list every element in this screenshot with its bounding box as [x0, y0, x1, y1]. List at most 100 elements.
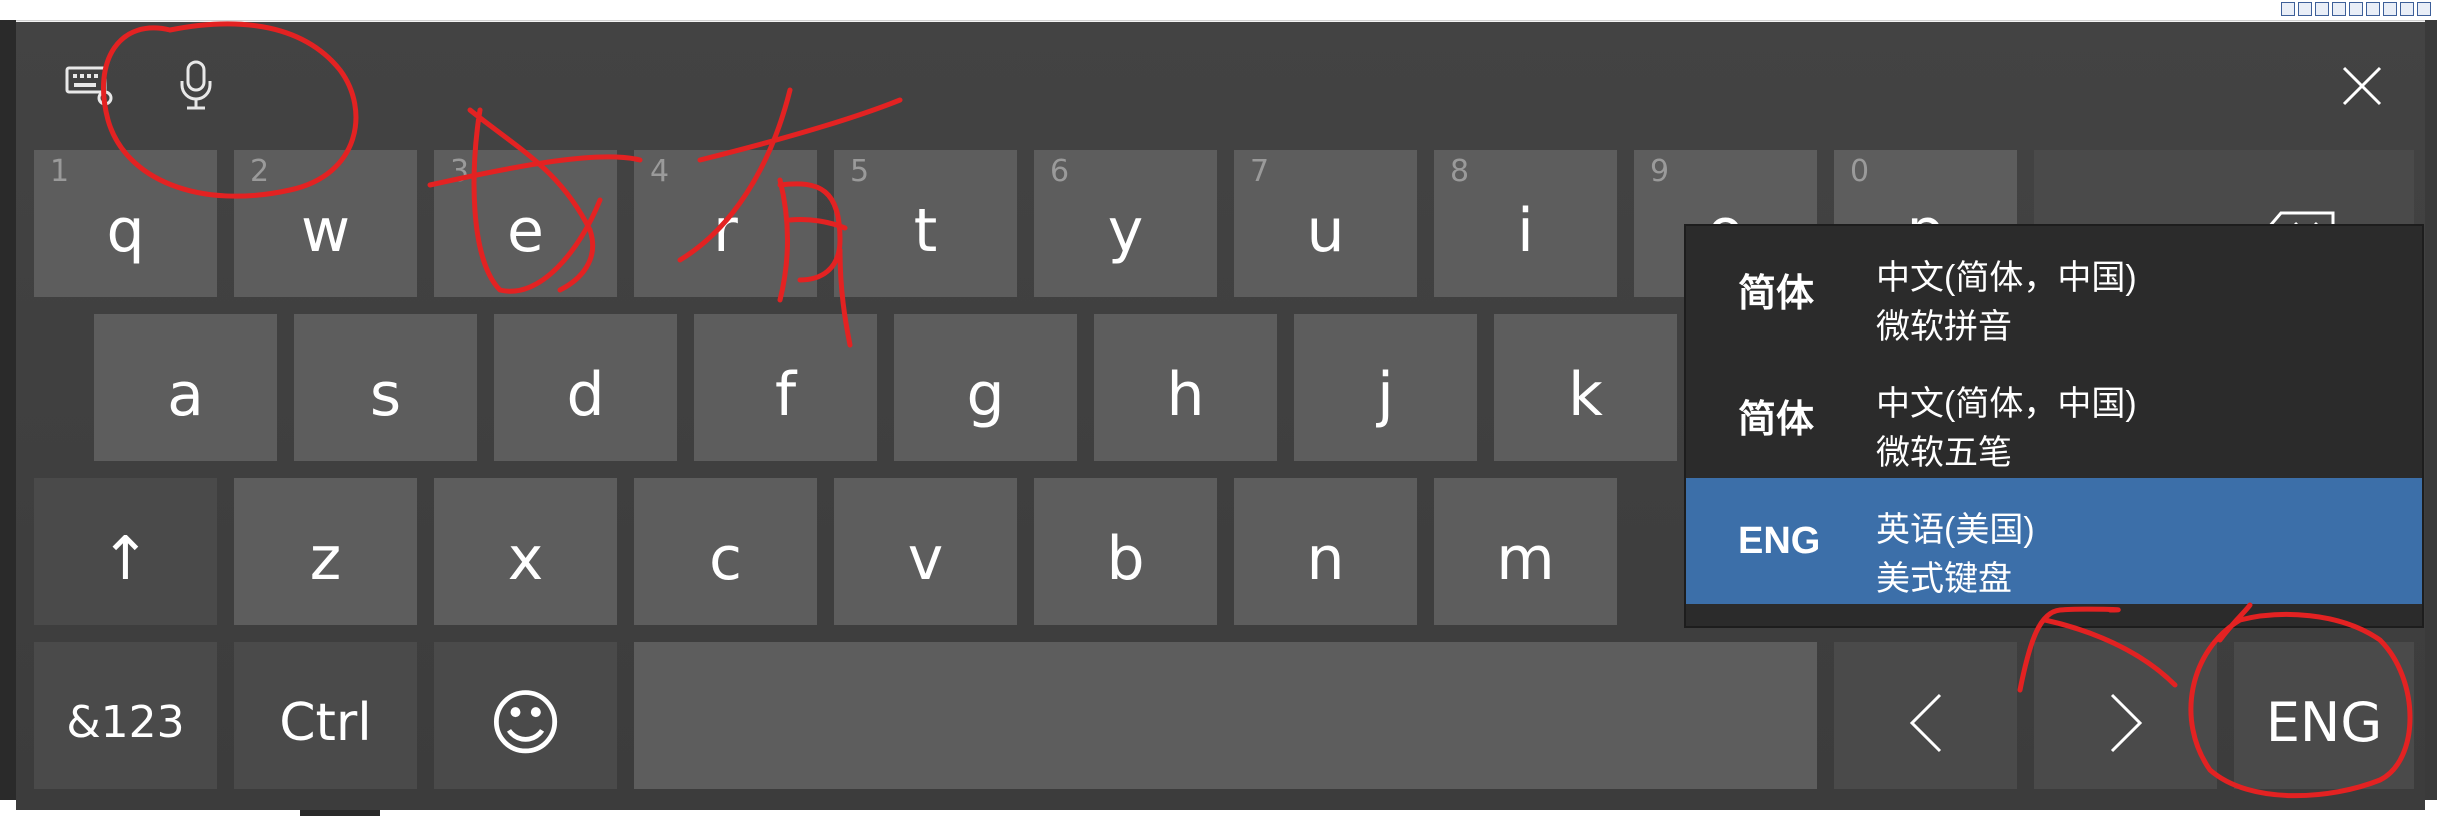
key-z[interactable]: z: [234, 478, 417, 625]
key-number-hint: 5: [850, 154, 870, 189]
key-y[interactable]: 6y: [1034, 150, 1217, 297]
key-label: k: [1568, 359, 1603, 430]
key-number-hint: 3: [450, 154, 470, 189]
keyboard-layout-name: 美式键盘: [1876, 560, 2012, 598]
ctrl-key[interactable]: Ctrl: [234, 642, 417, 789]
tray-icon[interactable]: [2349, 2, 2363, 16]
background-window-edge: [0, 20, 16, 816]
touch-keyboard: 1q 2w 3e 4r 5t 6y 7u 8i 9o 0p a s d f g …: [16, 22, 2425, 810]
key-number-hint: 0: [1850, 154, 1870, 189]
language-option-pinyin[interactable]: 简体 中文(简体，中国) 微软拼音: [1686, 226, 2422, 352]
key-label: h: [1166, 359, 1205, 430]
key-label: y: [1107, 195, 1144, 266]
key-w[interactable]: 2w: [234, 150, 417, 297]
tray-icon[interactable]: [2332, 2, 2346, 16]
tray-icon[interactable]: [2400, 2, 2414, 16]
key-v[interactable]: v: [834, 478, 1017, 625]
key-label: u: [1306, 195, 1345, 266]
tray-icon[interactable]: [2281, 2, 2295, 16]
key-label: g: [966, 359, 1005, 430]
key-g[interactable]: g: [894, 314, 1077, 461]
language-menu: 简体 中文(简体，中国) 微软拼音 简体 中文(简体，中国) 微软五笔 ENG …: [1686, 226, 2422, 626]
key-label: d: [566, 359, 605, 430]
key-label: &123: [66, 697, 185, 748]
chevron-left-icon: [1909, 693, 1941, 752]
key-i[interactable]: 8i: [1434, 150, 1617, 297]
key-a[interactable]: a: [94, 314, 277, 461]
key-label: ENG: [2265, 691, 2383, 754]
key-label: m: [1496, 523, 1555, 594]
key-label: c: [709, 523, 742, 594]
key-m[interactable]: m: [1434, 478, 1617, 625]
symbols-key[interactable]: &123: [34, 642, 217, 789]
key-label: a: [167, 359, 204, 430]
key-label: x: [507, 523, 544, 594]
key-label: e: [507, 195, 544, 266]
key-label: v: [907, 523, 944, 594]
language-code: ENG: [1738, 519, 1821, 562]
key-number-hint: 8: [1450, 154, 1470, 189]
key-label: Ctrl: [279, 692, 372, 753]
key-u[interactable]: 7u: [1234, 150, 1417, 297]
key-j[interactable]: j: [1294, 314, 1477, 461]
keyboard-layout-name: 微软五笔: [1876, 434, 2012, 472]
key-label: s: [369, 359, 402, 430]
key-label: n: [1306, 523, 1345, 594]
emoji-key[interactable]: ☺: [434, 642, 617, 789]
key-label: q: [106, 195, 145, 266]
key-e[interactable]: 3e: [434, 150, 617, 297]
tray-icon[interactable]: [2298, 2, 2312, 16]
tray-icon[interactable]: [2417, 2, 2431, 16]
key-h[interactable]: h: [1094, 314, 1277, 461]
key-label: i: [1517, 195, 1534, 266]
key-b[interactable]: b: [1034, 478, 1217, 625]
background-window-edge: [2425, 20, 2437, 816]
cursor-left-key[interactable]: [1834, 642, 2017, 789]
key-q[interactable]: 1q: [34, 150, 217, 297]
shift-key[interactable]: ↑: [34, 478, 217, 625]
microphone-icon[interactable]: [166, 58, 226, 112]
emoji-icon: ☺: [487, 680, 564, 765]
key-number-hint: 6: [1050, 154, 1070, 189]
system-tray-icons: [2281, 2, 2431, 20]
key-number-hint: 9: [1650, 154, 1670, 189]
key-n[interactable]: n: [1234, 478, 1417, 625]
key-label: b: [1106, 523, 1145, 594]
language-option-english[interactable]: ENG 英语(美国) 美式键盘: [1686, 478, 2422, 604]
key-label: j: [1377, 359, 1394, 430]
language-name: 英语(美国): [1876, 511, 2035, 549]
key-s[interactable]: s: [294, 314, 477, 461]
keyboard-settings-icon[interactable]: [60, 60, 120, 110]
chevron-right-icon: [2110, 693, 2142, 752]
key-number-hint: 1: [50, 154, 70, 189]
keyboard-layout-name: 微软拼音: [1876, 308, 2012, 346]
tray-icon[interactable]: [2366, 2, 2380, 16]
key-f[interactable]: f: [694, 314, 877, 461]
tray-icon[interactable]: [2315, 2, 2329, 16]
cursor-right-key[interactable]: [2034, 642, 2217, 789]
language-name: 中文(简体，中国): [1876, 259, 2137, 297]
close-icon[interactable]: [2334, 58, 2390, 114]
language-code: 简体: [1738, 398, 1815, 441]
key-label: f: [774, 359, 797, 430]
key-c[interactable]: c: [634, 478, 817, 625]
background-window-titlebar: [0, 0, 2437, 21]
key-number-hint: 2: [250, 154, 270, 189]
language-option-wubi[interactable]: 简体 中文(简体，中国) 微软五笔: [1686, 352, 2422, 478]
language-key[interactable]: ENG: [2234, 642, 2414, 789]
key-x[interactable]: x: [434, 478, 617, 625]
key-r[interactable]: 4r: [634, 150, 817, 297]
key-k[interactable]: k: [1494, 314, 1677, 461]
key-number-hint: 7: [1250, 154, 1270, 189]
shift-arrow-icon: ↑: [100, 523, 151, 594]
key-label: w: [300, 195, 351, 266]
key-t[interactable]: 5t: [834, 150, 1017, 297]
key-d[interactable]: d: [494, 314, 677, 461]
language-name: 中文(简体，中国): [1876, 385, 2137, 423]
key-number-hint: 4: [650, 154, 670, 189]
tray-icon[interactable]: [2383, 2, 2397, 16]
key-label: z: [309, 523, 342, 594]
language-code: 简体: [1738, 272, 1815, 315]
space-key[interactable]: [634, 642, 1817, 789]
key-label: t: [913, 195, 938, 266]
